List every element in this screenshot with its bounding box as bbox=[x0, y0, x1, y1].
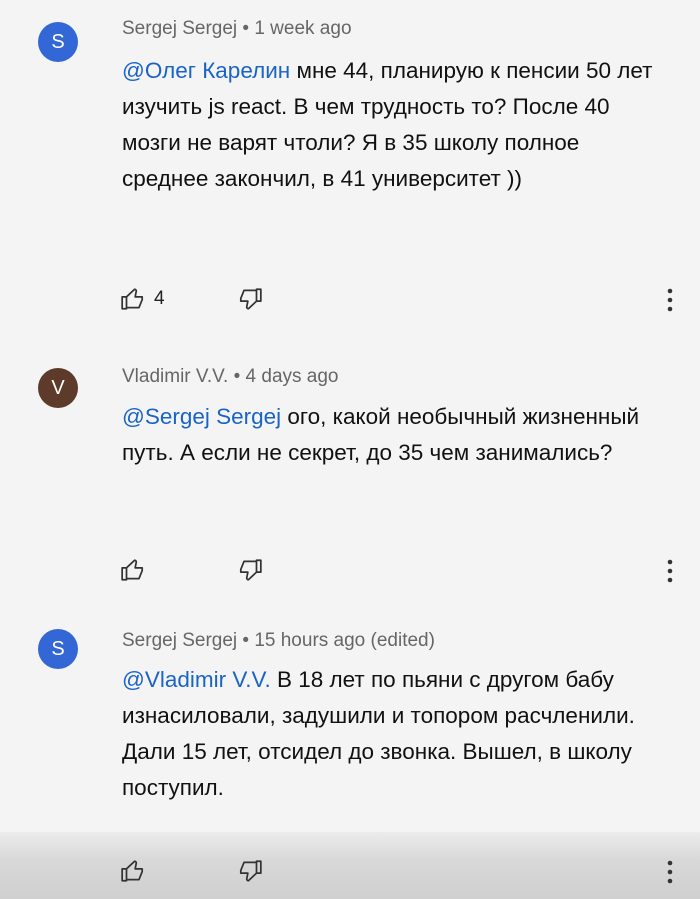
thumbs-up-icon[interactable] bbox=[120, 858, 146, 884]
comment-actions bbox=[0, 858, 700, 888]
avatar[interactable]: V bbox=[38, 368, 78, 408]
comment-text: @Vladimir V.V. В 18 лет по пьяни с друго… bbox=[122, 662, 662, 806]
thumbs-down-icon[interactable] bbox=[237, 557, 263, 583]
avatar[interactable]: S bbox=[38, 22, 78, 62]
mention-link[interactable]: @Sergej Sergej bbox=[122, 404, 281, 429]
like-count: 4 bbox=[154, 288, 165, 309]
thumbs-up-icon[interactable] bbox=[120, 557, 146, 583]
thumbs-up-icon[interactable] bbox=[120, 286, 146, 312]
comment-actions: 4 bbox=[0, 286, 700, 316]
comment-meta: Sergej Sergej • 15 hours ago (edited) bbox=[122, 630, 435, 651]
more-options-icon[interactable] bbox=[665, 286, 675, 314]
comment-text: @Олег Карелин мне 44, планирую к пенсии … bbox=[122, 53, 662, 197]
comment-actions bbox=[0, 557, 700, 587]
more-options-icon[interactable] bbox=[665, 858, 675, 886]
avatar[interactable]: S bbox=[38, 629, 78, 669]
comment-meta: Sergej Sergej • 1 week ago bbox=[122, 18, 352, 39]
mention-link[interactable]: @Vladimir V.V. bbox=[122, 667, 271, 692]
comment-meta: Vladimir V.V. • 4 days ago bbox=[122, 366, 339, 387]
mention-link[interactable]: @Олег Карелин bbox=[122, 58, 290, 83]
thumbs-down-icon[interactable] bbox=[237, 286, 263, 312]
comment-text: @Sergej Sergej ого, какой необычный жизн… bbox=[122, 399, 662, 471]
more-options-icon[interactable] bbox=[665, 557, 675, 585]
thumbs-down-icon[interactable] bbox=[237, 858, 263, 884]
